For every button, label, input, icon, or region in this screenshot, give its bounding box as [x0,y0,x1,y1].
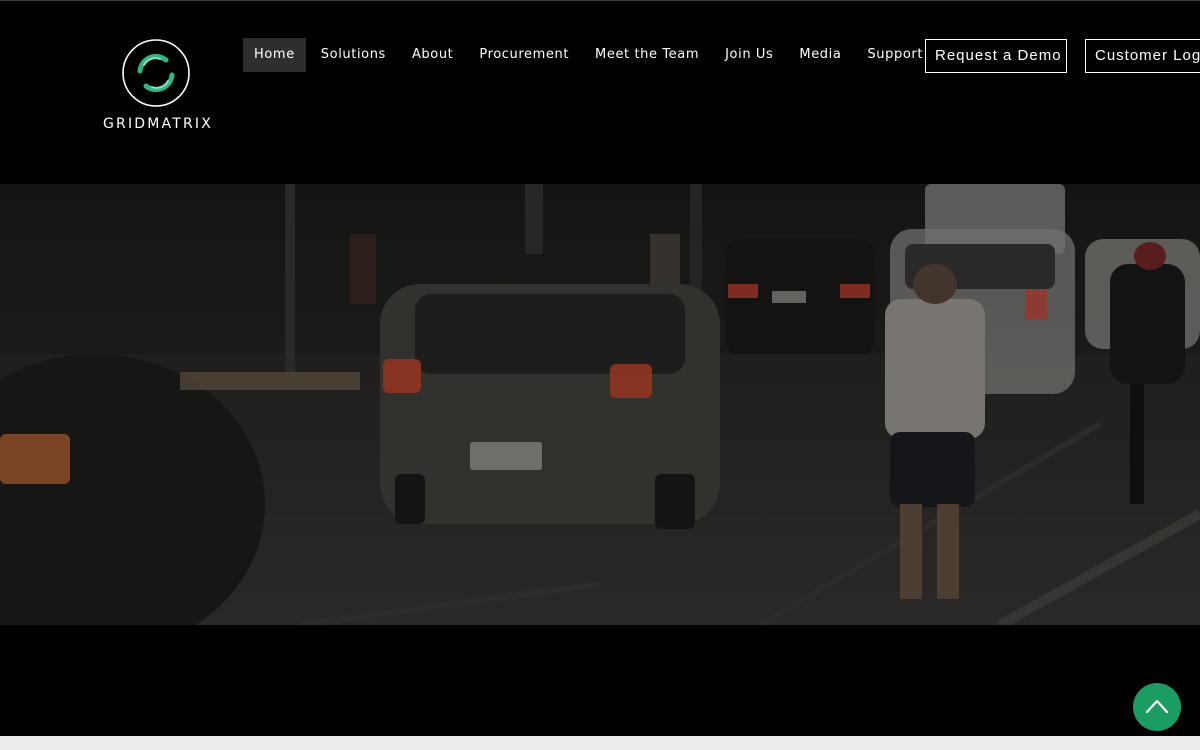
chevron-up-icon [1145,699,1169,714]
customer-login-button[interactable]: Customer Login [1085,39,1200,73]
footer-strip [0,736,1200,750]
nav-item-solutions[interactable]: Solutions [310,38,397,72]
nav-item-procurement[interactable]: Procurement [468,38,580,72]
site-header: GRIDMATRIX Home Solutions About Procurem… [0,1,1200,184]
nav-item-meet-the-team[interactable]: Meet the Team [584,38,710,72]
nav-item-join-us[interactable]: Join Us [714,38,784,72]
nav-item-media[interactable]: Media [788,38,852,72]
request-demo-button[interactable]: Request a Demo [925,39,1067,73]
nav-item-home[interactable]: Home [243,38,306,72]
hero-banner [0,184,1200,625]
brand-logo[interactable]: GRIDMATRIX [90,37,230,137]
night-street-traffic-image [0,184,1200,625]
main-nav: Home Solutions About Procurement Meet th… [243,38,938,72]
swirl-ring-logo-icon [122,39,190,107]
scroll-to-top-button[interactable] [1133,683,1181,731]
nav-item-support[interactable]: Support [856,38,934,72]
brand-name: GRIDMATRIX [102,116,214,132]
nav-item-about[interactable]: About [401,38,464,72]
